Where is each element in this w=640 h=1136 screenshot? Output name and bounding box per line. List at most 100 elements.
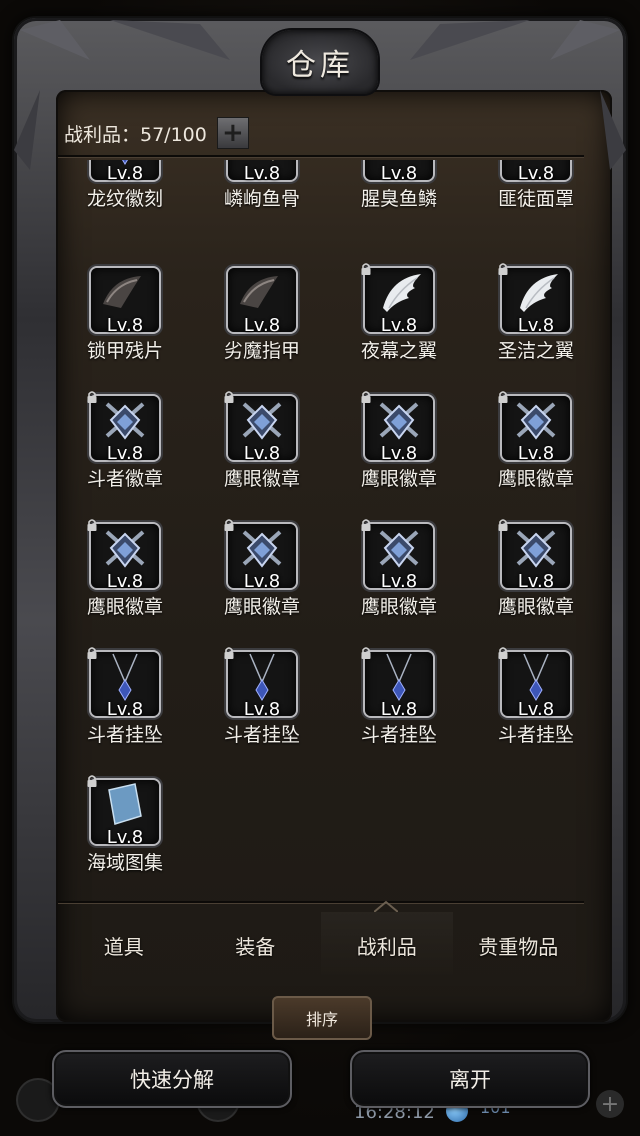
inventory-item[interactable]: Lv.8 鹰眼徽章: [195, 519, 329, 634]
tab-loot[interactable]: 战利品: [321, 912, 453, 978]
item-slot[interactable]: Lv.8: [228, 268, 296, 336]
sort-button[interactable]: 排序: [272, 996, 372, 1040]
item-slot[interactable]: Lv.8: [224, 647, 296, 720]
item-slot[interactable]: Lv.8: [361, 391, 433, 464]
item-name: 鹰眼徽章: [497, 468, 574, 490]
hud-plus-icon: +: [596, 1090, 624, 1118]
inventory-item[interactable]: Lv.8 圣洁之翼: [469, 263, 584, 378]
quick-decompose-button[interactable]: 快速分解: [52, 1050, 292, 1108]
lock-icon: [498, 263, 508, 275]
active-tab-marker-icon: [374, 900, 398, 912]
page-title: 仓库: [286, 48, 354, 83]
item-slot[interactable]: Lv.8: [228, 160, 296, 184]
tab-valuables[interactable]: 贵重物品: [453, 912, 585, 978]
inventory-item[interactable]: Lv.8 海域图集: [58, 775, 192, 890]
item-level: Lv.8: [243, 163, 281, 184]
item-name: 斗者徽章: [86, 468, 163, 490]
item-slot[interactable]: Lv.8: [87, 519, 159, 592]
item-name: 圣洁之翼: [497, 340, 574, 362]
lock-icon: [361, 647, 371, 659]
item-slot[interactable]: Lv.8: [498, 519, 570, 592]
capacity-label: 战利品：57/100: [64, 123, 207, 146]
lock-icon: [87, 391, 97, 403]
inventory-item[interactable]: Lv.8 嶙峋鱼骨: [195, 160, 329, 226]
item-slot[interactable]: Lv.8: [87, 775, 159, 848]
item-slot[interactable]: Lv.8: [91, 160, 159, 184]
category-tabs: 道具 装备 战利品 贵重物品: [58, 912, 584, 978]
item-level: Lv.8: [106, 443, 144, 464]
item-level: Lv.8: [380, 163, 418, 184]
item-name: 鹰眼徽章: [360, 468, 437, 490]
item-slot[interactable]: Lv.8: [361, 263, 433, 336]
item-level: Lv.8: [106, 163, 144, 184]
item-slot[interactable]: Lv.8: [361, 647, 433, 720]
inventory-item[interactable]: Lv.8 鹰眼徽章: [332, 519, 466, 634]
inventory-item[interactable]: Lv.8 鹰眼徽章: [332, 391, 466, 506]
item-name: 鹰眼徽章: [497, 596, 574, 618]
lock-icon: [361, 263, 371, 275]
divider: [58, 901, 584, 903]
item-name: 斗者挂坠: [497, 724, 574, 746]
lock-icon: [224, 519, 234, 531]
item-slot[interactable]: Lv.8: [365, 160, 433, 184]
item-level: Lv.8: [380, 571, 418, 592]
inventory-item[interactable]: Lv.8 夜幕之翼: [332, 263, 466, 378]
item-slot[interactable]: Lv.8: [87, 647, 159, 720]
tab-items[interactable]: 道具: [58, 912, 190, 978]
item-grid[interactable]: Lv.8 龙纹徽刻 Lv.8 嶙峋鱼骨 Lv.8 腥臭鱼鳞 Lv.8 匪徒面罩 Lv.8 锁甲残片…: [58, 160, 584, 900]
lock-icon: [361, 391, 371, 403]
inventory-item[interactable]: Lv.8 匪徒面罩: [469, 160, 584, 226]
lock-icon: [224, 391, 234, 403]
inventory-item[interactable]: Lv.8 劣魔指甲: [195, 268, 329, 378]
inventory-item[interactable]: Lv.8 鹰眼徽章: [469, 391, 584, 506]
item-slot[interactable]: Lv.8: [502, 160, 570, 184]
inventory-item[interactable]: Lv.8 锁甲残片: [58, 268, 192, 378]
lock-icon: [361, 519, 371, 531]
item-name: 嶙峋鱼骨: [223, 188, 300, 210]
item-name: 龙纹徽刻: [86, 188, 163, 210]
item-name: 锁甲残片: [86, 340, 163, 362]
tab-equipment[interactable]: 装备: [190, 912, 322, 978]
inventory-item[interactable]: Lv.8 鹰眼徽章: [58, 519, 192, 634]
item-name: 夜幕之翼: [360, 340, 437, 362]
inventory-item[interactable]: Lv.8 鹰眼徽章: [469, 519, 584, 634]
item-slot[interactable]: Lv.8: [91, 268, 159, 336]
inventory-item[interactable]: Lv.8 斗者挂坠: [469, 647, 584, 762]
title-plate: 仓库: [262, 30, 378, 94]
item-slot[interactable]: Lv.8: [498, 391, 570, 464]
item-slot[interactable]: Lv.8: [498, 647, 570, 720]
lock-icon: [224, 647, 234, 659]
item-name: 海域图集: [86, 852, 163, 874]
item-level: Lv.8: [243, 315, 281, 336]
item-slot[interactable]: Lv.8: [224, 519, 296, 592]
inventory-item[interactable]: Lv.8 斗者挂坠: [195, 647, 329, 762]
lock-icon: [87, 519, 97, 531]
lock-icon: [498, 647, 508, 659]
item-name: 鹰眼徽章: [223, 596, 300, 618]
lock-icon: [87, 647, 97, 659]
inventory-item[interactable]: Lv.8 斗者挂坠: [58, 647, 192, 762]
capacity-row: 战利品：57/100 +: [64, 117, 249, 149]
inventory-item[interactable]: Lv.8 龙纹徽刻: [58, 160, 192, 226]
item-name: 鹰眼徽章: [86, 596, 163, 618]
item-slot[interactable]: Lv.8: [498, 263, 570, 336]
expand-capacity-button[interactable]: +: [216, 117, 249, 149]
item-level: Lv.8: [517, 699, 555, 720]
divider: [58, 155, 584, 157]
item-level: Lv.8: [380, 443, 418, 464]
item-slot[interactable]: Lv.8: [87, 391, 159, 464]
leave-button[interactable]: 离开: [350, 1050, 590, 1108]
item-level: Lv.8: [106, 571, 144, 592]
item-slot[interactable]: Lv.8: [224, 391, 296, 464]
item-level: Lv.8: [517, 443, 555, 464]
inventory-item[interactable]: Lv.8 腥臭鱼鳞: [332, 160, 466, 226]
item-name: 斗者挂坠: [223, 724, 300, 746]
item-level: Lv.8: [517, 163, 555, 184]
inventory-item[interactable]: Lv.8 斗者挂坠: [332, 647, 466, 762]
item-slot[interactable]: Lv.8: [361, 519, 433, 592]
lock-icon: [498, 391, 508, 403]
item-level: Lv.8: [106, 699, 144, 720]
inventory-item[interactable]: Lv.8 鹰眼徽章: [195, 391, 329, 506]
inventory-item[interactable]: Lv.8 斗者徽章: [58, 391, 192, 506]
item-name: 鹰眼徽章: [223, 468, 300, 490]
